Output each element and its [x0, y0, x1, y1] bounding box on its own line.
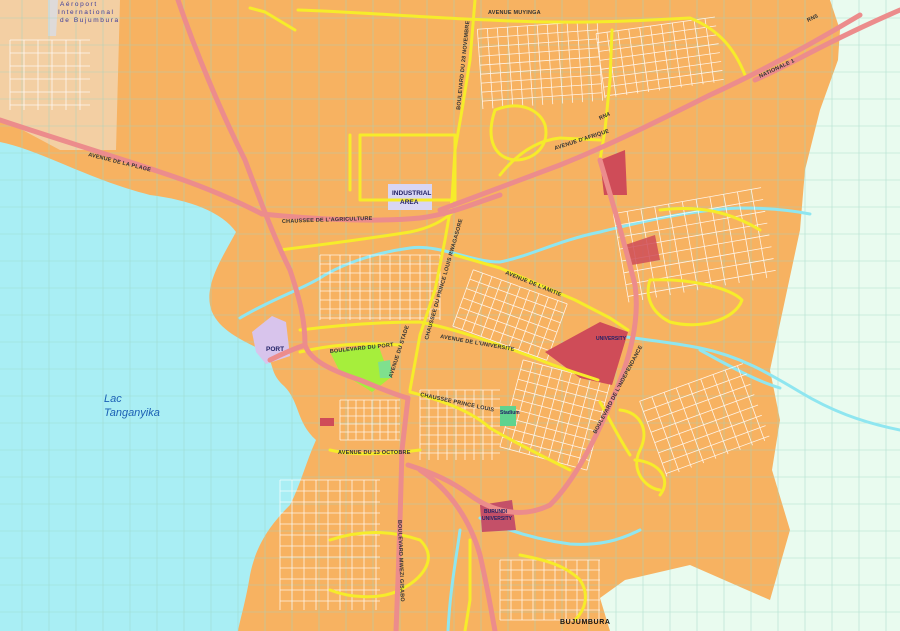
industrial-area-label-line1: INDUSTRIAL — [392, 190, 431, 197]
stadium-area — [500, 406, 516, 426]
industrial-area-label-line2: AREA — [400, 199, 419, 206]
airport-label-line3: de Bujumbura — [60, 17, 120, 24]
university-label: UNIVERSITY — [596, 336, 627, 342]
city-label: BUJUMBURA — [560, 619, 611, 626]
lake-label-line1: Lac — [104, 393, 122, 405]
road-label-ave-13-octobre: AVENUE DU 13 OCTOBRE — [338, 450, 411, 456]
port-label: PORT — [266, 346, 284, 353]
burundi-university-label-line2: UNIVERSITY — [482, 516, 513, 522]
road-label-ave-muyinga: AVENUE MUYINGA — [488, 10, 541, 16]
stadium-label: Stadium — [500, 410, 520, 416]
lake-label-line2: Tanganyika — [104, 407, 160, 419]
bujumbura-city-map[interactable]: Aéroport International de Bujumbura Lac … — [0, 0, 900, 631]
industrial-area-box — [388, 184, 432, 210]
airport-label-line1: Aéroport — [60, 1, 98, 8]
small-red-plot — [320, 418, 334, 426]
burundi-university-label-line1: BURUNDI — [484, 509, 508, 515]
airport-label-line2: International — [58, 9, 115, 16]
